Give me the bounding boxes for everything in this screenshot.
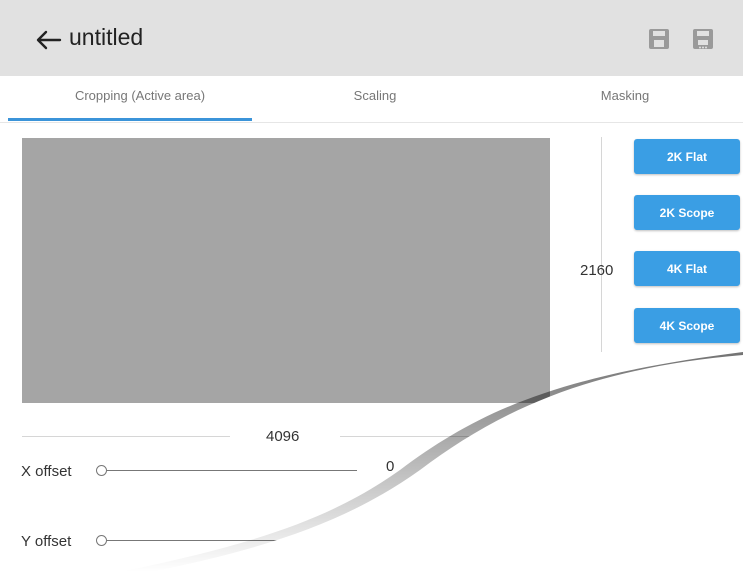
y-offset-label: Y offset <box>21 533 72 550</box>
floppy-disk-icon[interactable] <box>648 28 670 50</box>
height-value: 2160 <box>580 262 614 279</box>
y-offset-slider[interactable] <box>107 540 357 541</box>
preset-4k-scope-button[interactable]: 4K Scope <box>634 308 740 343</box>
active-tab-indicator <box>8 118 252 121</box>
preset-2k-flat-button[interactable]: 2K Flat <box>634 139 740 174</box>
tab-masking[interactable]: Masking <box>560 88 690 103</box>
page-title: untitled <box>69 24 144 50</box>
x-offset-label: X offset <box>21 463 72 480</box>
width-dimension-line-left <box>22 436 230 437</box>
arrow-left-icon[interactable] <box>36 30 62 50</box>
x-offset-slider-thumb[interactable] <box>96 465 107 476</box>
height-dimension-line <box>601 137 602 352</box>
tab-scaling[interactable]: Scaling <box>300 88 450 103</box>
floppy-disk-ellipsis-icon[interactable] <box>692 28 714 50</box>
x-offset-slider[interactable] <box>107 470 357 471</box>
x-offset-value: 0 <box>386 458 395 475</box>
preset-4k-flat-button[interactable]: 4K Flat <box>634 251 740 286</box>
y-offset-slider-thumb[interactable] <box>96 535 107 546</box>
tab-bar: Cropping (Active area) Scaling Masking <box>0 76 743 123</box>
crop-preview-area[interactable] <box>22 138 550 403</box>
preset-2k-scope-button[interactable]: 2K Scope <box>634 195 740 230</box>
width-value: 4096 <box>266 428 300 445</box>
app-header: untitled <box>0 0 743 76</box>
width-dimension-line-right <box>340 436 540 437</box>
tab-cropping[interactable]: Cropping (Active area) <box>40 88 240 103</box>
